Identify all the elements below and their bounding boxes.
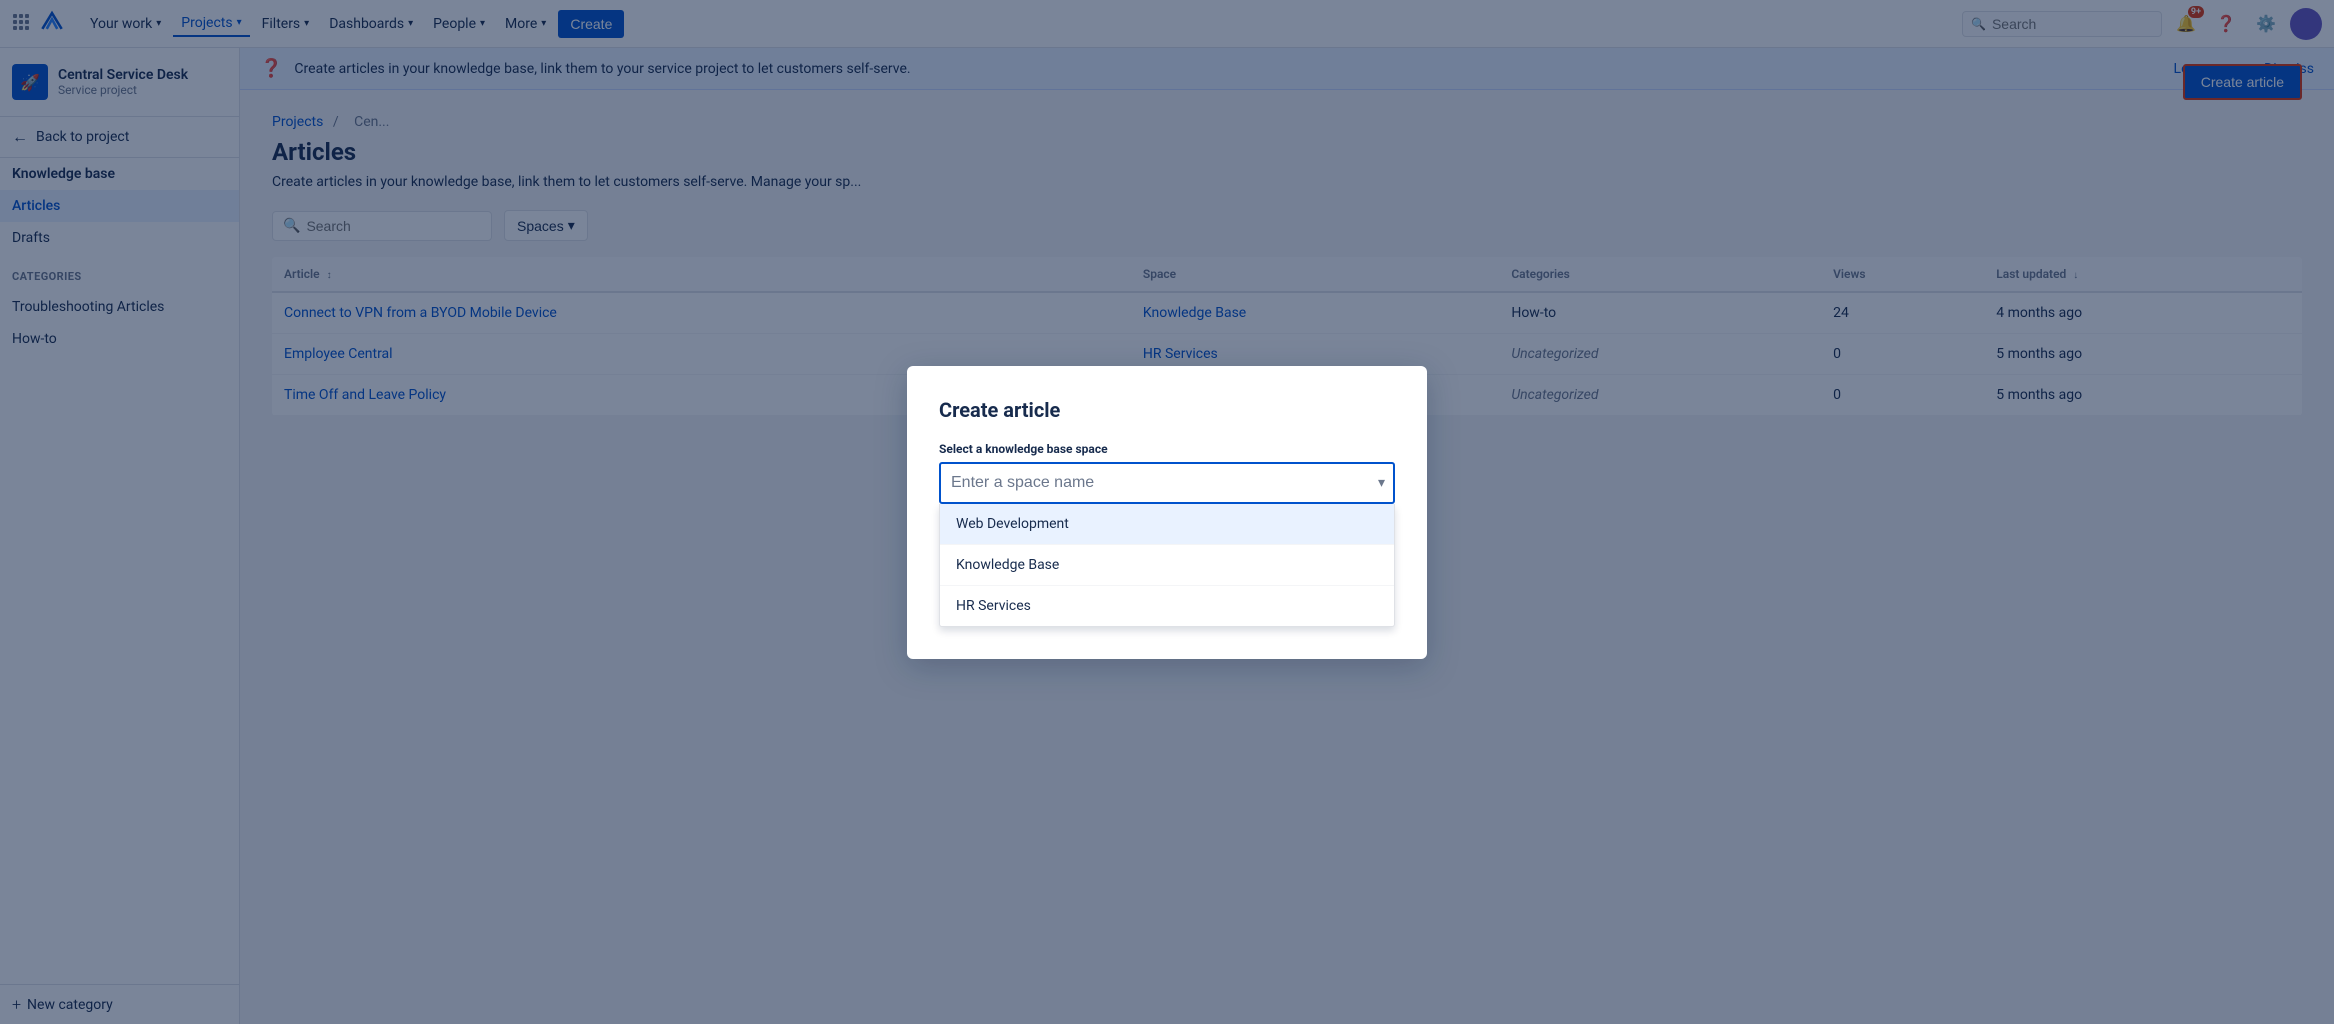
create-article-modal: Create article Select a knowledge base s…: [907, 366, 1427, 659]
dropdown-item-web-development[interactable]: Web Development: [940, 504, 1394, 545]
space-name-input[interactable]: [939, 462, 1395, 504]
space-dropdown-list: Web Development Knowledge Base HR Servic…: [939, 504, 1395, 627]
modal-title: Create article: [939, 398, 1395, 422]
modal-input-container: ▾: [939, 462, 1395, 504]
modal-label: Select a knowledge base space: [939, 442, 1395, 456]
modal-overlay[interactable]: Create article Select a knowledge base s…: [0, 0, 2334, 1024]
dropdown-item-knowledge-base[interactable]: Knowledge Base: [940, 545, 1394, 586]
dropdown-item-hr-services[interactable]: HR Services: [940, 586, 1394, 626]
